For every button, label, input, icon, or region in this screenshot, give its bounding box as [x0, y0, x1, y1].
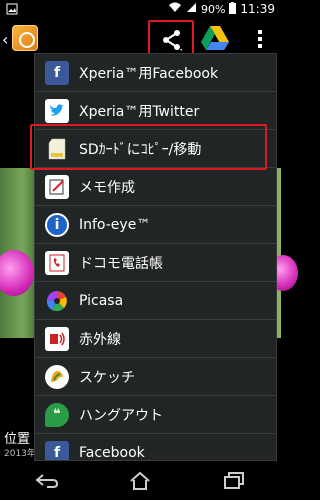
- album-app-icon[interactable]: [12, 25, 38, 51]
- menu-item-label: Info-eye™: [79, 216, 151, 233]
- gallery-notification-icon: [6, 3, 18, 18]
- battery-percent: 90%: [200, 2, 226, 16]
- share-menu: f Xperia™用Facebook Xperia™用Twitter SDｶｰﾄ…: [34, 53, 277, 461]
- google-drive-icon: [201, 26, 229, 50]
- picasa-icon: [45, 289, 69, 313]
- menu-item-picasa[interactable]: Picasa: [35, 282, 276, 320]
- menu-item-infrared[interactable]: 赤外線: [35, 320, 276, 358]
- menu-item-memo[interactable]: メモ作成: [35, 168, 276, 206]
- sketch-icon: [45, 364, 69, 389]
- recent-apps-button[interactable]: [214, 466, 254, 496]
- info-eye-icon: i: [45, 212, 69, 237]
- photo-location-title: 位置: [4, 432, 31, 447]
- clock: 11:39: [240, 2, 275, 16]
- menu-item-facebook[interactable]: f Facebook: [35, 434, 276, 461]
- share-icon: [163, 30, 182, 51]
- menu-item-hangouts[interactable]: ❝ ハングアウト: [35, 396, 276, 434]
- menu-item-label: 赤外線: [79, 331, 121, 348]
- menu-item-label: Picasa: [79, 292, 124, 309]
- menu-item-label: スケッチ: [79, 369, 135, 386]
- back-icon: [35, 474, 58, 488]
- back-button[interactable]: [27, 466, 67, 496]
- wifi-icon: [168, 2, 182, 16]
- infrared-icon: [45, 326, 69, 351]
- menu-item-label: ドコモ電話帳: [79, 255, 163, 272]
- status-bar: 90% 11:39: [0, 0, 281, 18]
- google-drive-button[interactable]: [200, 24, 230, 54]
- highlight-box: [30, 124, 267, 170]
- menu-item-info-eye[interactable]: i Info-eye™: [35, 206, 276, 244]
- facebook-icon: f: [45, 60, 69, 85]
- menu-item-label: ハングアウト: [79, 407, 163, 424]
- facebook-icon: f: [45, 440, 69, 460]
- signal-icon: [186, 2, 197, 16]
- menu-item-docomo-phonebook[interactable]: ドコモ電話帳: [35, 244, 276, 282]
- phonebook-icon: [45, 250, 69, 275]
- menu-item-label: Facebook: [79, 444, 145, 461]
- menu-item-label: Xperia™用Facebook: [79, 65, 219, 82]
- up-chevron-icon[interactable]: ‹: [2, 30, 8, 49]
- menu-item-sketch[interactable]: スケッチ: [35, 358, 276, 396]
- overflow-menu-button[interactable]: [248, 24, 272, 54]
- menu-item-xperia-facebook[interactable]: f Xperia™用Facebook: [35, 54, 276, 92]
- photo-date: 2013年: [4, 449, 36, 459]
- navigation-bar: [0, 462, 281, 500]
- memo-icon: [45, 174, 69, 199]
- overflow-dot-icon: [258, 37, 262, 41]
- home-button[interactable]: [120, 466, 160, 496]
- twitter-icon: [45, 98, 69, 123]
- overflow-dot-icon: [258, 30, 262, 34]
- overflow-dot-icon: [258, 44, 262, 48]
- battery-icon: [229, 1, 237, 17]
- hangouts-icon: ❝: [45, 402, 69, 427]
- home-icon: [130, 471, 151, 490]
- recent-apps-icon: [224, 472, 245, 489]
- menu-item-label: メモ作成: [79, 179, 135, 196]
- menu-item-label: Xperia™用Twitter: [79, 103, 200, 120]
